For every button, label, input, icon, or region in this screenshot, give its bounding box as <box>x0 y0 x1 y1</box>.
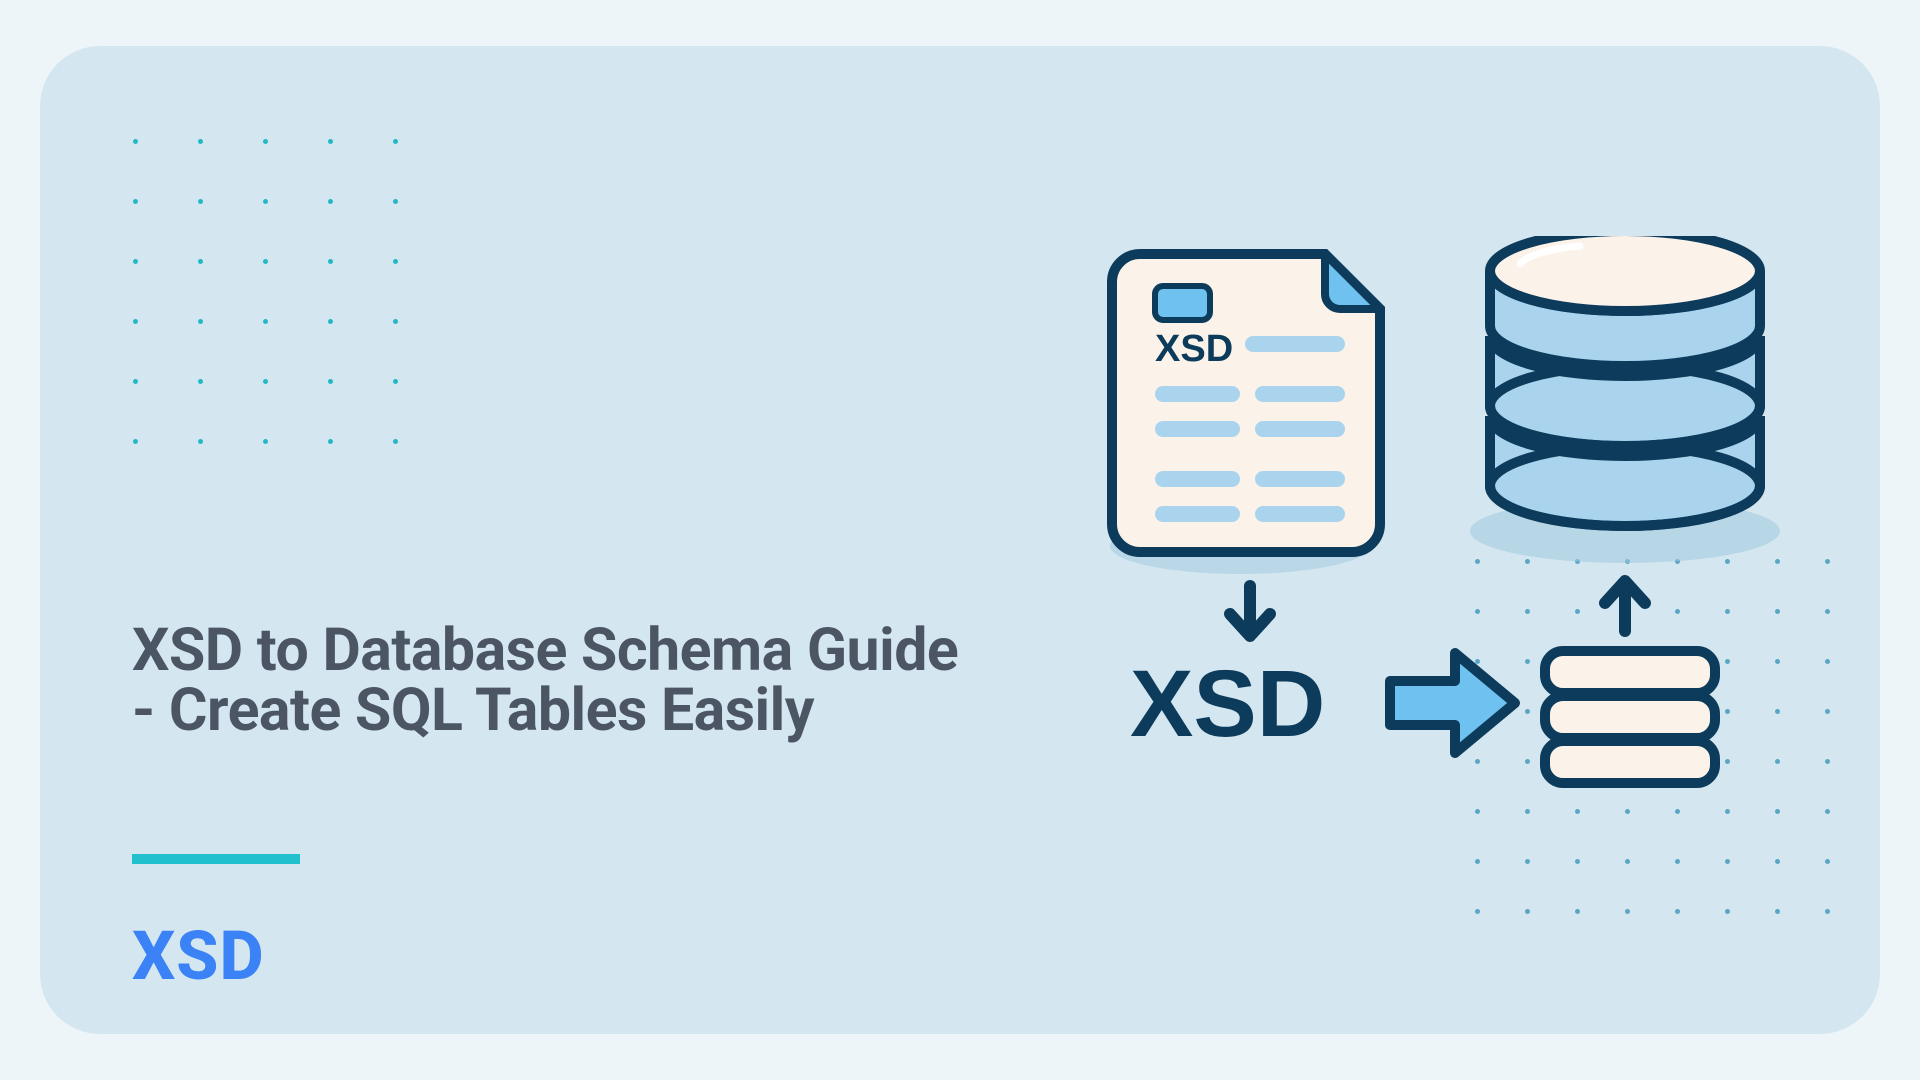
dot <box>198 319 203 324</box>
dot <box>393 139 398 144</box>
dot <box>1825 909 1830 914</box>
dot <box>198 139 203 144</box>
page-title: XSD to Database Schema Guide - Create SQ… <box>132 621 972 741</box>
title-underline <box>132 854 300 864</box>
dot <box>1775 909 1780 914</box>
dot <box>133 139 138 144</box>
dot <box>1625 909 1630 914</box>
dot <box>133 439 138 444</box>
dot <box>133 199 138 204</box>
dot <box>393 319 398 324</box>
dot <box>1475 909 1480 914</box>
dot <box>263 379 268 384</box>
database-icon <box>1490 236 1760 526</box>
dot <box>198 259 203 264</box>
brand-label: XSD <box>132 916 265 996</box>
dot <box>198 379 203 384</box>
dot <box>1675 909 1680 914</box>
dot <box>328 139 333 144</box>
dot <box>263 259 268 264</box>
dot <box>393 379 398 384</box>
dot <box>328 199 333 204</box>
dot <box>393 259 398 264</box>
dot <box>393 199 398 204</box>
dot <box>1525 909 1530 914</box>
doc-label: XSD <box>1155 328 1233 370</box>
xsd-to-db-illustration: XSD XSD <box>1060 236 1840 886</box>
hero-card: XSD to Database Schema Guide - Create SQ… <box>40 46 1880 1034</box>
dot <box>328 259 333 264</box>
dot <box>263 199 268 204</box>
arrow-down-icon <box>1230 586 1270 636</box>
arrow-up-icon <box>1605 581 1645 631</box>
xsd-document-icon: XSD <box>1112 254 1380 552</box>
dot <box>1575 909 1580 914</box>
dot <box>133 259 138 264</box>
dot <box>1725 909 1730 914</box>
flow-label: XSD <box>1130 651 1325 757</box>
dot <box>133 379 138 384</box>
dot <box>263 439 268 444</box>
dot <box>263 319 268 324</box>
dot <box>133 319 138 324</box>
dot-grid-top-left <box>133 139 398 444</box>
dot <box>198 199 203 204</box>
dot <box>263 139 268 144</box>
dot <box>393 439 398 444</box>
dot <box>328 319 333 324</box>
dot <box>198 439 203 444</box>
table-rows-icon <box>1545 651 1715 783</box>
arrow-right-icon <box>1390 653 1515 753</box>
dot <box>328 379 333 384</box>
dot <box>328 439 333 444</box>
